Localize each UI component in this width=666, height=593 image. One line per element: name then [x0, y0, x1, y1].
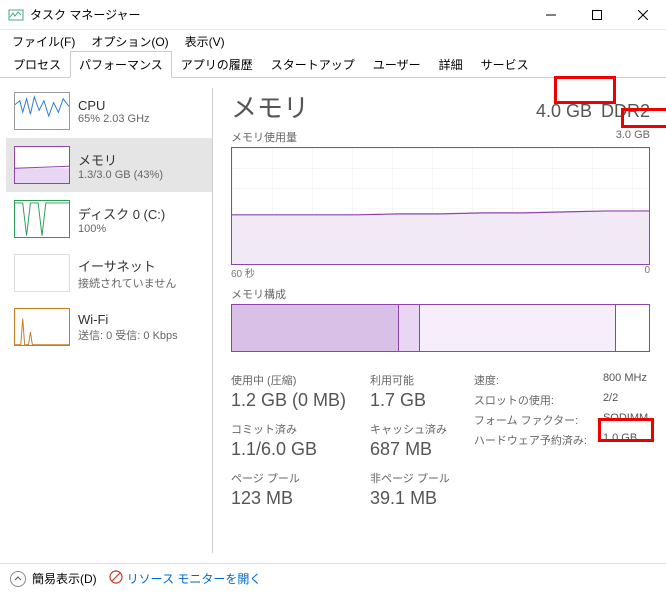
cpu-thumb [14, 92, 70, 130]
cached-value: 687 MB [370, 439, 450, 460]
memory-sub: 1.3/3.0 GB (43%) [78, 169, 163, 181]
close-button[interactable] [620, 0, 666, 30]
slots-k: スロットの使用: [474, 392, 587, 408]
axis-right: 0 [644, 265, 650, 280]
disk-sub: 100% [78, 223, 165, 235]
sidebar-item-ethernet[interactable]: イーサネット 接続されていません [6, 246, 212, 300]
hwres-v: 1.0 GB [603, 432, 648, 448]
fewer-details-button[interactable]: 簡易表示(D) [10, 570, 97, 587]
app-icon [8, 7, 24, 23]
slots-v: 2/2 [603, 392, 648, 408]
usage-chart-max: 3.0 GB [616, 129, 650, 145]
sidebar-item-disk[interactable]: ディスク 0 (C:) 100% [6, 192, 212, 246]
sidebar: CPU 65% 2.03 GHz メモリ 1.3/3.0 GB (43%) ディ… [0, 78, 212, 563]
minimize-button[interactable] [528, 0, 574, 30]
tab-performance[interactable]: パフォーマンス [70, 51, 172, 78]
content: CPU 65% 2.03 GHz メモリ 1.3/3.0 GB (43%) ディ… [0, 78, 666, 563]
resmon-icon [109, 570, 123, 587]
tab-services[interactable]: サービス [472, 51, 538, 78]
tab-app-history[interactable]: アプリの履歴 [172, 51, 262, 78]
maximize-button[interactable] [574, 0, 620, 30]
ff-v: SODIMM [603, 412, 648, 428]
menu-view[interactable]: 表示(V) [179, 31, 231, 52]
wifi-sub: 送信: 0 受信: 0 Kbps [78, 327, 178, 343]
page-title: メモリ [231, 88, 536, 125]
memory-total: 4.0 GB [536, 101, 592, 121]
resource-monitor-label: リソース モニターを開く [127, 570, 262, 587]
speed-k: 速度: [474, 372, 587, 388]
tab-startup[interactable]: スタートアップ [262, 51, 364, 78]
sidebar-item-cpu[interactable]: CPU 65% 2.03 GHz [6, 84, 212, 138]
wifi-title: Wi-Fi [78, 312, 178, 327]
memory-composition [231, 304, 650, 352]
paged-label: ページ プール [231, 470, 346, 486]
tabs: プロセス パフォーマンス アプリの履歴 スタートアップ ユーザー 詳細 サービス [0, 52, 666, 78]
cached-label: キャッシュ済み [370, 421, 450, 437]
ethernet-thumb [14, 254, 70, 292]
nonpaged-value: 39.1 MB [370, 488, 450, 509]
resource-monitor-link[interactable]: リソース モニターを開く [109, 570, 262, 587]
comp-label: メモリ構成 [231, 286, 650, 302]
sidebar-item-wifi[interactable]: Wi-Fi 送信: 0 受信: 0 Kbps [6, 300, 212, 354]
menubar: ファイル(F) オプション(O) 表示(V) [0, 30, 666, 52]
sidebar-item-memory[interactable]: メモリ 1.3/3.0 GB (43%) [6, 138, 212, 192]
in-use-label: 使用中 (圧縮) [231, 372, 346, 388]
menu-file[interactable]: ファイル(F) [6, 31, 81, 52]
ethernet-title: イーサネット [78, 256, 176, 275]
memory-title: メモリ [78, 150, 163, 169]
memory-type: DDR2 [601, 101, 650, 121]
disk-title: ディスク 0 (C:) [78, 204, 165, 223]
footer: 簡易表示(D) リソース モニターを開く [0, 563, 666, 593]
ff-k: フォーム ファクター: [474, 412, 587, 428]
usage-chart-label: メモリ使用量 [231, 129, 616, 145]
committed-label: コミット済み [231, 421, 346, 437]
fewer-details-label: 簡易表示(D) [32, 570, 97, 587]
committed-value: 1.1/6.0 GB [231, 439, 346, 460]
tab-processes[interactable]: プロセス [4, 51, 70, 78]
memory-thumb [14, 146, 70, 184]
tab-details[interactable]: 詳細 [430, 51, 472, 78]
chevron-up-icon [10, 571, 26, 587]
in-use-value: 1.2 GB (0 MB) [231, 390, 346, 411]
detail-pane: メモリ 4.0 GB DDR2 メモリ使用量 3.0 GB 60 秒 0 メモリ… [213, 78, 666, 563]
wifi-thumb [14, 308, 70, 346]
disk-thumb [14, 200, 70, 238]
nonpaged-label: 非ページ プール [370, 470, 450, 486]
paged-value: 123 MB [231, 488, 346, 509]
available-label: 利用可能 [370, 372, 450, 388]
usage-chart [231, 147, 650, 265]
speed-v: 800 MHz [603, 372, 648, 388]
cpu-sub: 65% 2.03 GHz [78, 113, 150, 125]
hwres-k: ハードウェア予約済み: [474, 432, 587, 448]
axis-left: 60 秒 [231, 265, 644, 280]
menu-options[interactable]: オプション(O) [85, 31, 174, 52]
cpu-title: CPU [78, 98, 150, 113]
titlebar: タスク マネージャー [0, 0, 666, 30]
ethernet-sub: 接続されていません [78, 275, 176, 291]
tab-users[interactable]: ユーザー [364, 51, 430, 78]
available-value: 1.7 GB [370, 390, 450, 411]
window-title: タスク マネージャー [30, 6, 528, 23]
